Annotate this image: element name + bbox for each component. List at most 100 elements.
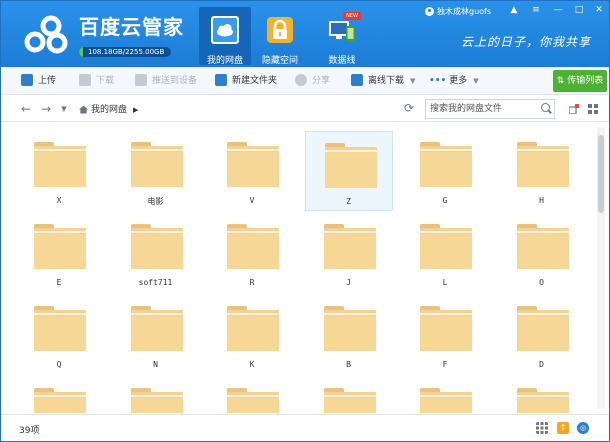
folder-item[interactable]: X <box>15 131 103 211</box>
search-input[interactable] <box>425 99 555 119</box>
folder-item[interactable]: H <box>498 131 586 211</box>
push-label: 推送到设备 <box>152 76 198 86</box>
folder-item[interactable]: Q <box>15 295 103 375</box>
search-icon[interactable] <box>541 103 550 112</box>
folder-icon <box>323 306 376 351</box>
sort-icon[interactable] <box>569 104 579 114</box>
folder-item[interactable]: G <box>401 131 489 211</box>
user-name: 独木成林guofs <box>437 7 492 16</box>
folder-icon <box>34 142 86 187</box>
folder-icon <box>420 388 472 413</box>
folder-item[interactable]: B <box>305 295 393 375</box>
history-chevron-icon[interactable]: ▼ <box>57 101 71 117</box>
status-bar: 39项 ↑ ◎ <box>1 414 609 441</box>
share-label: 分享 <box>312 76 331 86</box>
download-button[interactable]: 下载 <box>79 67 114 95</box>
offline-label: 离线下载 <box>368 76 405 86</box>
folder-item[interactable]: Z <box>304 131 393 211</box>
file-area: X 电影 V Z G H Esoft711 R J L O Q N K B F D <box>1 123 609 413</box>
tab-data-cable[interactable]: NEW 数据线 <box>316 7 368 66</box>
offline-download-button[interactable]: 离线下载 ▼ <box>351 67 415 95</box>
folder-item[interactable] <box>15 377 103 413</box>
folder-item[interactable]: E <box>15 213 103 293</box>
folder-item[interactable]: V <box>208 131 296 211</box>
folder-name: R <box>249 278 255 287</box>
grid-view-icon[interactable] <box>588 104 598 114</box>
new-folder-button[interactable]: 新建文件夹 <box>215 67 277 95</box>
sync-icon[interactable]: ◎ <box>577 422 589 434</box>
folder-item[interactable]: soft711 <box>112 213 200 293</box>
folder-icon <box>516 142 569 187</box>
folder-icon <box>324 143 377 188</box>
folder-icon <box>34 388 86 413</box>
thumbnail-view-icon[interactable] <box>536 422 548 434</box>
folder-item[interactable]: 电影 <box>112 131 200 211</box>
folder-item[interactable] <box>112 377 200 413</box>
refresh-icon[interactable]: ⟳ <box>404 101 414 115</box>
user-account[interactable]: 独木成林guofs <box>425 6 491 17</box>
forward-arrow-icon[interactable]: → <box>39 101 53 117</box>
cloud-disk-icon <box>211 16 239 44</box>
folder-icon <box>420 224 472 269</box>
folder-name: G <box>442 196 448 205</box>
quota-text: 108.18GB/2255.00GB <box>88 48 165 56</box>
folder-name: H <box>539 196 544 205</box>
download-icon <box>79 73 91 86</box>
folder-item[interactable] <box>208 377 296 413</box>
folder-item[interactable] <box>498 377 586 413</box>
folder-item[interactable]: L <box>401 213 489 293</box>
push-to-device-button[interactable]: 推送到设备 <box>135 67 197 95</box>
folder-item[interactable]: N <box>112 295 200 375</box>
upload-label: 上传 <box>38 76 57 86</box>
upload-arrow-icon[interactable]: ↑ <box>557 422 569 434</box>
folder-item[interactable] <box>305 377 393 413</box>
back-arrow-icon[interactable]: ← <box>19 101 33 117</box>
folder-item[interactable]: D <box>498 295 586 375</box>
transfer-icon: ⇅ <box>556 76 565 86</box>
folder-name: 电影 <box>147 197 164 206</box>
transfer-label: 传输列表 <box>567 76 604 86</box>
folder-icon <box>227 142 279 187</box>
breadcrumb[interactable]: 我的网盘 ▶ <box>79 102 138 115</box>
more-label: 更多 <box>449 76 468 86</box>
tab-hidden-space[interactable]: 隐藏空间 <box>254 7 306 66</box>
folder-name: X <box>56 196 62 205</box>
folder-item[interactable]: J <box>305 213 393 293</box>
quota-fill <box>79 47 84 57</box>
folder-grid: X 电影 V Z G H Esoft711 R J L O Q N K B F D <box>15 131 591 413</box>
tab-my-disk[interactable]: 我的网盘 <box>199 7 251 66</box>
slogan: 云上的日子，你我共享 <box>461 35 592 49</box>
folder-name: soft711 <box>138 278 173 287</box>
minimize-icon[interactable]: — <box>549 4 567 16</box>
upload-button[interactable]: 上传 <box>21 67 56 95</box>
transfer-list-button[interactable]: ⇅ 传输列表 <box>553 70 607 92</box>
folder-name: O <box>539 278 544 287</box>
folder-item[interactable]: K <box>208 295 296 375</box>
bell-icon[interactable]: ▲ <box>505 4 523 16</box>
upload-icon <box>21 73 33 86</box>
item-count: 39项 <box>19 426 40 436</box>
close-icon[interactable]: ✕ <box>590 4 608 16</box>
breadcrumb-chevron-icon: ▶ <box>133 106 139 114</box>
brand-title: 百度云管家 <box>79 15 184 39</box>
share-button[interactable]: 分享 <box>295 67 330 95</box>
more-button[interactable]: ••• 更多 ▼ <box>429 67 479 95</box>
tab-my-disk-label: 我的网盘 <box>206 56 243 66</box>
offline-download-icon <box>351 73 363 86</box>
menu-icon[interactable]: ≡ <box>527 4 545 16</box>
folder-item[interactable]: R <box>208 213 296 293</box>
breadcrumb-my-disk[interactable]: 我的网盘 <box>91 105 127 115</box>
folder-icon <box>34 306 86 351</box>
quota-bar: 108.18GB/2255.00GB <box>79 47 171 57</box>
folder-item[interactable] <box>401 377 489 413</box>
folder-icon <box>516 306 569 351</box>
folder-icon <box>323 388 376 413</box>
folder-icon <box>130 388 183 413</box>
scrollbar-thumb[interactable] <box>598 135 604 213</box>
folder-icon <box>516 224 569 269</box>
folder-item[interactable]: O <box>498 213 586 293</box>
folder-item[interactable]: F <box>401 295 489 375</box>
folder-name: N <box>153 360 158 369</box>
maximize-icon[interactable]: □ <box>570 4 588 16</box>
new-folder-icon <box>215 73 227 86</box>
